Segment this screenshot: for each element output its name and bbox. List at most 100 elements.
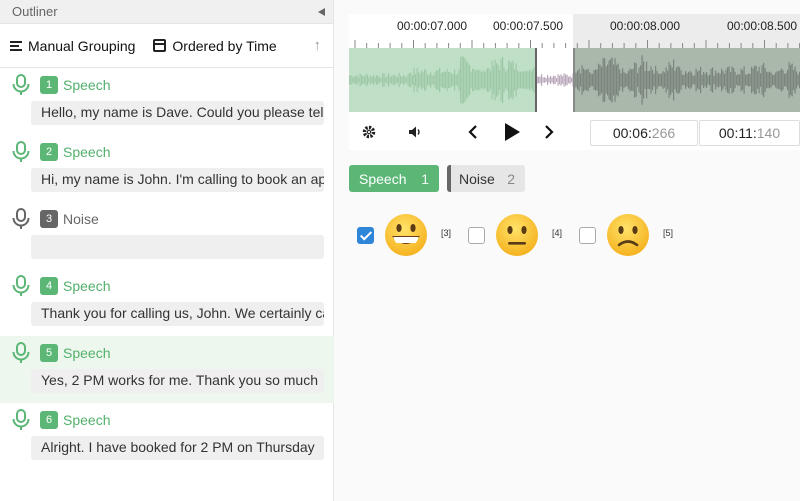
region-text[interactable]: Hi, my name is John. I'm calling to book… xyxy=(31,168,324,192)
waveform-bar xyxy=(374,77,376,83)
waveform-bar xyxy=(760,73,762,87)
region-boundary[interactable] xyxy=(535,48,537,112)
waveform-bar xyxy=(626,73,628,87)
region-item[interactable]: 1 Speech Hello, my name is Dave. Could y… xyxy=(0,68,334,135)
region-text[interactable]: Alright. I have booked for 2 PM on Thurs… xyxy=(31,436,324,460)
waveform-bar xyxy=(628,70,630,90)
collapse-panel-icon[interactable] xyxy=(318,7,325,16)
waveform-bar xyxy=(409,72,411,88)
region-item[interactable]: 2 Speech Hi, my name is John. I'm callin… xyxy=(0,135,334,202)
waveform-bar xyxy=(508,60,510,100)
waveform-bar xyxy=(737,73,739,87)
sentiment-checkbox-neutral[interactable] xyxy=(468,227,485,244)
waveform-bar xyxy=(763,62,765,98)
waveform-bar xyxy=(377,75,379,85)
waveform-bar xyxy=(446,68,448,92)
region-boundary[interactable] xyxy=(573,48,575,112)
label-speech-name: Speech xyxy=(359,170,407,187)
region-text[interactable]: Thank you for calling us, John. We certa… xyxy=(31,302,324,326)
region-label: Speech xyxy=(63,345,111,361)
waveform-bar xyxy=(773,74,775,86)
play-icon[interactable] xyxy=(503,122,521,142)
waveform-bar xyxy=(478,69,480,91)
sentiment-checkbox-happy[interactable] xyxy=(357,227,374,244)
sentiment-hotkey: [3] xyxy=(441,228,452,238)
waveform-bar xyxy=(455,74,457,86)
waveform-bar xyxy=(775,72,777,88)
waveform-bar xyxy=(512,60,514,100)
waveform-bar xyxy=(697,71,699,89)
microphone-icon xyxy=(12,208,30,229)
waveform-bar xyxy=(730,72,732,88)
waveform-bar xyxy=(440,73,442,87)
waveform-bar xyxy=(658,73,660,87)
region-index: 5 xyxy=(40,344,58,362)
region-label: Speech xyxy=(63,278,111,294)
waveform-bar xyxy=(748,73,750,87)
main-panel: 00:00:07.000 00:00:07.500 00:00:08.000 0… xyxy=(334,0,800,501)
waveform-bar xyxy=(713,75,715,85)
timeline-ruler[interactable]: 00:00:07.000 00:00:07.500 00:00:08.000 0… xyxy=(349,14,800,48)
waveform-bar xyxy=(524,71,526,89)
waveform-bar xyxy=(770,72,772,88)
waveform-bar xyxy=(734,71,736,89)
waveform-bar xyxy=(532,69,534,91)
waveform-bar xyxy=(509,61,511,99)
region-item[interactable]: 6 Speech Alright. I have booked for 2 PM… xyxy=(0,403,334,470)
label-speech-button[interactable]: Speech 1 xyxy=(349,165,439,192)
waveform-bar xyxy=(497,64,499,96)
region-item[interactable]: 3 Noise xyxy=(0,202,334,269)
waveform-bar xyxy=(482,70,484,90)
waveform-bar xyxy=(451,73,453,87)
waveform-bar xyxy=(496,63,498,97)
region-text[interactable]: Hello, my name is Dave. Could you please… xyxy=(31,101,324,125)
waveform-bar xyxy=(575,72,577,88)
volume-icon[interactable] xyxy=(407,124,423,140)
waveform-bar xyxy=(772,74,774,86)
region-label: Noise xyxy=(63,211,99,227)
waveform-bar xyxy=(464,58,466,102)
settings-gear-icon[interactable] xyxy=(361,124,377,140)
region-item-selected[interactable]: 5 Speech Yes, 2 PM works for me. Thank y… xyxy=(0,336,334,403)
region-list: 1 Speech Hello, my name is Dave. Could y… xyxy=(0,68,334,470)
current-time-main: 00:06: xyxy=(612,125,652,141)
ordering-button[interactable]: Ordered by Time xyxy=(153,38,277,54)
waveform-bar xyxy=(769,71,771,89)
waveform-bar xyxy=(680,70,682,90)
sentiment-choices: [3] [4] [5] xyxy=(357,210,787,260)
waveform-bar xyxy=(359,73,361,87)
waveform-bar xyxy=(397,77,399,83)
previous-region-icon[interactable] xyxy=(467,124,479,140)
waveform-bar xyxy=(527,71,529,89)
waveform-bar xyxy=(674,70,676,90)
waveform-bar xyxy=(422,72,424,88)
next-region-icon[interactable] xyxy=(543,124,555,140)
label-noise-button[interactable]: Noise 2 xyxy=(447,165,525,192)
waveform-bar xyxy=(598,63,600,97)
region-text[interactable] xyxy=(31,235,324,259)
waveform-bar xyxy=(790,64,792,96)
sentiment-checkbox-sad[interactable] xyxy=(579,227,596,244)
waveform-bar xyxy=(376,75,378,85)
waveform[interactable] xyxy=(349,48,800,112)
slightly-frowning-face-icon xyxy=(607,214,649,256)
waveform-bar xyxy=(776,71,778,89)
waveform-bar xyxy=(592,73,594,87)
waveform-bar xyxy=(386,75,388,85)
waveform-bar xyxy=(712,67,714,93)
region-text[interactable]: Yes, 2 PM works for me. Thank you so muc… xyxy=(31,369,324,393)
current-time-display[interactable]: 00:06: 266 xyxy=(590,120,698,146)
waveform-bar xyxy=(514,69,516,91)
waveform-bar xyxy=(716,73,718,87)
waveform-bar xyxy=(520,71,522,89)
grouping-button[interactable]: Manual Grouping xyxy=(10,38,135,54)
region-item[interactable]: 4 Speech Thank you for calling us, John.… xyxy=(0,269,334,336)
waveform-bar xyxy=(382,73,384,87)
waveform-bar xyxy=(796,71,798,89)
sort-ascending-icon[interactable]: ↑ xyxy=(314,37,322,54)
waveform-bar xyxy=(400,75,402,85)
waveform-bar xyxy=(430,71,432,89)
waveform-bar xyxy=(704,73,706,87)
waveform-bar xyxy=(703,71,705,89)
waveform-bar xyxy=(785,73,787,87)
